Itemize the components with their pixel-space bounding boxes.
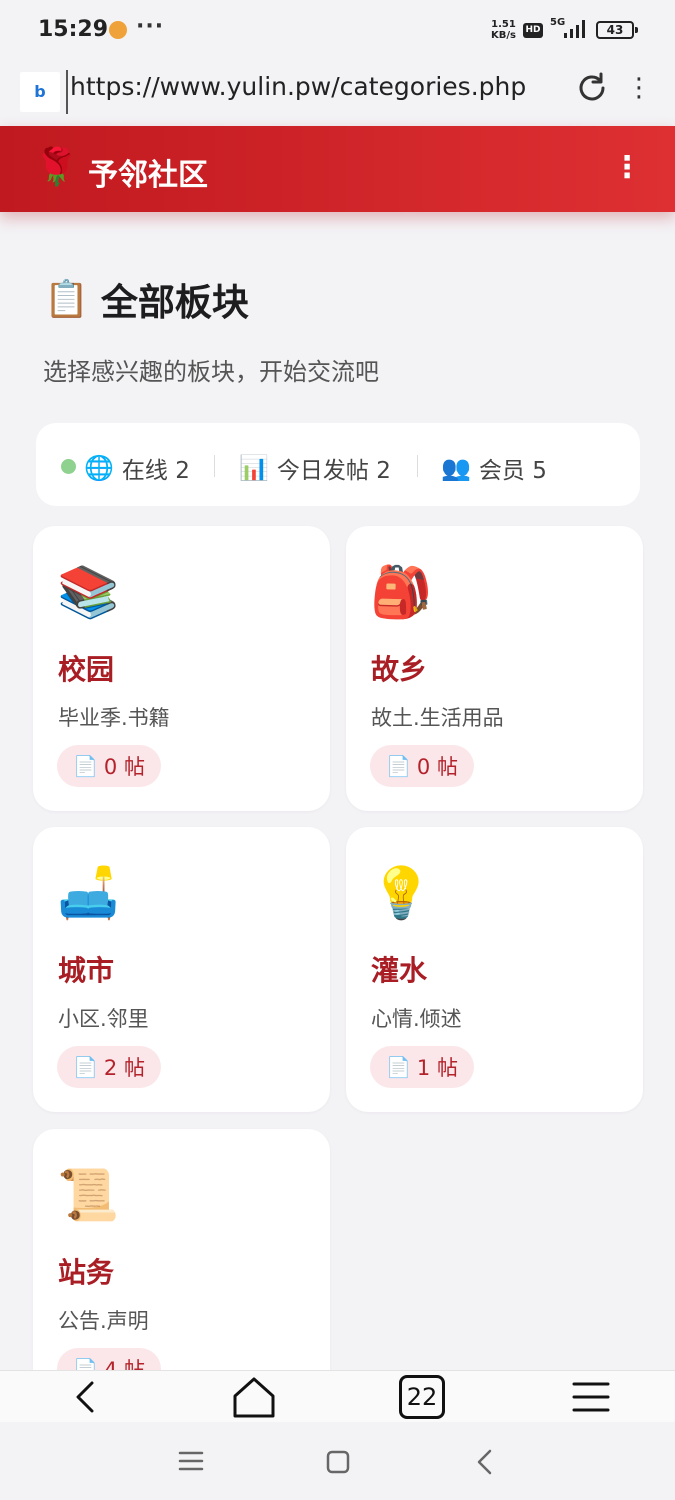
- stat-online: 🌐 在线 2: [84, 451, 190, 485]
- tabs-button[interactable]: 22: [397, 1371, 447, 1423]
- category-card-campus[interactable]: 📚 校园 毕业季.书籍 📄 0 帖: [33, 526, 330, 811]
- menu-icon[interactable]: [568, 1371, 614, 1423]
- category-description: 公告.声明: [58, 1309, 149, 1333]
- recent-apps-icon[interactable]: [178, 1450, 204, 1476]
- post-count: 4 帖: [103, 1358, 145, 1370]
- net-speed-unit: KB/s: [491, 30, 516, 41]
- light-bulb-icon: 💡: [370, 864, 433, 922]
- stat-divider: [417, 455, 418, 477]
- status-time: 15:29: [38, 17, 109, 42]
- category-card-city[interactable]: 🛋️ 城市 小区.邻里 📄 2 帖: [33, 827, 330, 1112]
- post-count-badge: 📄 1 帖: [370, 1046, 474, 1088]
- backpack-icon: 🎒: [370, 563, 433, 621]
- tab-count: 22: [399, 1375, 445, 1419]
- app-header: 🌹 予邻社区 ⋮: [0, 126, 675, 212]
- document-icon: 📄: [386, 1055, 411, 1079]
- back-icon[interactable]: [60, 1371, 110, 1423]
- online-status-dot: [61, 459, 76, 474]
- post-count-badge: 📄 4 帖: [57, 1348, 161, 1370]
- net-speed-value: 1.51: [491, 19, 516, 30]
- post-count-badge: 📄 0 帖: [57, 745, 161, 787]
- hd-icon: HD: [523, 23, 543, 38]
- category-title: 灌水: [371, 954, 428, 987]
- document-icon: 📄: [73, 1055, 98, 1079]
- category-title: 城市: [58, 954, 115, 987]
- category-card-chat[interactable]: 💡 灌水 心情.倾述 📄 1 帖: [346, 827, 643, 1112]
- document-icon: 📄: [386, 754, 411, 778]
- text-cursor: [66, 70, 68, 114]
- site-favicon-icon: b: [20, 72, 60, 112]
- reload-icon[interactable]: [574, 70, 610, 106]
- header-menu-icon[interactable]: ⋮: [612, 148, 642, 192]
- category-title: 站务: [58, 1256, 115, 1289]
- category-description: 毕业季.书籍: [58, 706, 170, 730]
- page-title: 📋 全部板块: [44, 272, 249, 326]
- signal-icon: [564, 20, 585, 38]
- category-description: 心情.倾述: [371, 1007, 462, 1031]
- document-icon: 📄: [73, 754, 98, 778]
- sofa-icon: 🛋️: [57, 864, 120, 922]
- system-home-icon[interactable]: [326, 1450, 350, 1478]
- stats-bar: 🌐 在线 2 📊 今日发帖 2 👥 会员 5: [36, 423, 640, 506]
- scroll-icon: 📜: [57, 1166, 120, 1224]
- category-title: 故乡: [371, 653, 428, 686]
- site-title[interactable]: 予邻社区: [88, 150, 208, 194]
- rose-logo-icon[interactable]: 🌹: [34, 146, 79, 188]
- category-card-hometown[interactable]: 🎒 故乡 故土.生活用品 📄 0 帖: [346, 526, 643, 811]
- status-more-icon: ···: [136, 14, 165, 39]
- stat-online-text: 在线 2: [121, 458, 190, 484]
- battery-icon: 43: [596, 21, 638, 39]
- system-navigation-bar: [0, 1422, 675, 1500]
- stat-members: 👥 会员 5: [441, 451, 547, 485]
- stat-members-text: 会员 5: [478, 458, 547, 484]
- post-count: 0 帖: [103, 755, 145, 779]
- post-count: 0 帖: [416, 755, 458, 779]
- basketball-icon: [109, 21, 127, 39]
- url-input[interactable]: https://www.yulin.pw/categories.php: [70, 72, 526, 101]
- browser-bottom-bar: 22: [0, 1370, 675, 1422]
- category-description: 故土.生活用品: [371, 706, 504, 730]
- page-subtitle: 选择感兴趣的板块，开始交流吧: [43, 358, 379, 386]
- browser-menu-icon[interactable]: ⋮: [626, 70, 652, 110]
- stat-posts-today-text: 今日发帖 2: [276, 458, 391, 484]
- bar-chart-icon: 📊: [239, 454, 269, 482]
- stat-posts-today: 📊 今日发帖 2: [239, 451, 391, 485]
- clipboard-icon: 📋: [44, 279, 89, 320]
- document-icon: 📄: [73, 1357, 98, 1370]
- status-bar: 15:29 ··· 1.51 KB/s HD 5G 43: [0, 0, 675, 60]
- category-title: 校园: [58, 653, 115, 686]
- books-icon: 📚: [57, 563, 120, 621]
- post-count: 1 帖: [416, 1056, 458, 1080]
- home-icon[interactable]: [228, 1371, 280, 1423]
- post-count-badge: 📄 2 帖: [57, 1046, 161, 1088]
- globe-icon: 🌐: [84, 454, 114, 482]
- category-description: 小区.邻里: [58, 1007, 149, 1031]
- post-count: 2 帖: [103, 1056, 145, 1080]
- stat-divider: [214, 455, 215, 477]
- post-count-badge: 📄 0 帖: [370, 745, 474, 787]
- members-icon: 👥: [441, 454, 471, 482]
- system-back-icon[interactable]: [474, 1448, 494, 1480]
- net-speed: 1.51 KB/s: [491, 19, 516, 41]
- page-title-text: 全部板块: [100, 281, 249, 324]
- browser-url-bar: b https://www.yulin.pw/categories.php ⋮: [0, 60, 675, 126]
- category-card-site-affairs[interactable]: 📜 站务 公告.声明 📄 4 帖: [33, 1129, 330, 1370]
